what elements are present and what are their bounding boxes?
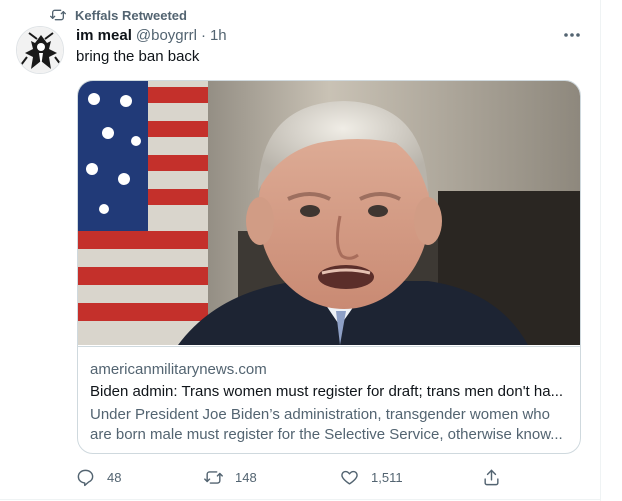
tweet-time[interactable]: 1h [210,27,227,44]
retweet-button[interactable]: 148 [204,466,257,488]
more-dots-icon [564,33,580,37]
more-button[interactable] [558,24,586,46]
author-handle[interactable]: @boygrrl [136,27,197,44]
reply-count: 48 [107,469,122,485]
card-description: Under President Joe Biden’s administrati… [90,406,563,443]
tweet-text: bring the ban back [76,48,200,65]
column-divider [600,0,601,501]
avatar-image [17,27,63,73]
tweet-actions: 48 148 1,511 [76,466,506,488]
share-icon [484,469,499,485]
reply-icon [77,469,94,486]
retweet-icon [50,9,66,21]
avatar[interactable] [16,26,64,74]
tweet-divider [0,499,600,500]
card-domain: americanmilitarynews.com [90,361,267,378]
like-count: 1,511 [371,469,403,485]
retweet-banner-text[interactable]: Keffals Retweeted [75,8,187,23]
card-body: americanmilitarynews.com Biden admin: Tr… [78,346,580,453]
card-image [78,81,580,345]
tweet-header: im meal @boygrrl · 1h [76,27,227,44]
like-button[interactable]: 1,511 [340,466,403,488]
reply-button[interactable]: 48 [76,466,121,488]
separator-dot: · [200,27,206,44]
heart-icon [341,470,358,485]
retweet-icon [204,470,223,484]
retweet-banner: Keffals Retweeted [50,6,187,24]
card-title: Biden admin: Trans women must register f… [90,383,564,400]
link-card[interactable]: americanmilitarynews.com Biden admin: Tr… [77,80,581,454]
tweet[interactable]: Keffals Retweeted im meal @boygrrl · 1h … [0,0,600,501]
author-name[interactable]: im meal [76,27,132,44]
retweet-count: 148 [235,469,257,485]
share-button[interactable] [482,466,501,488]
